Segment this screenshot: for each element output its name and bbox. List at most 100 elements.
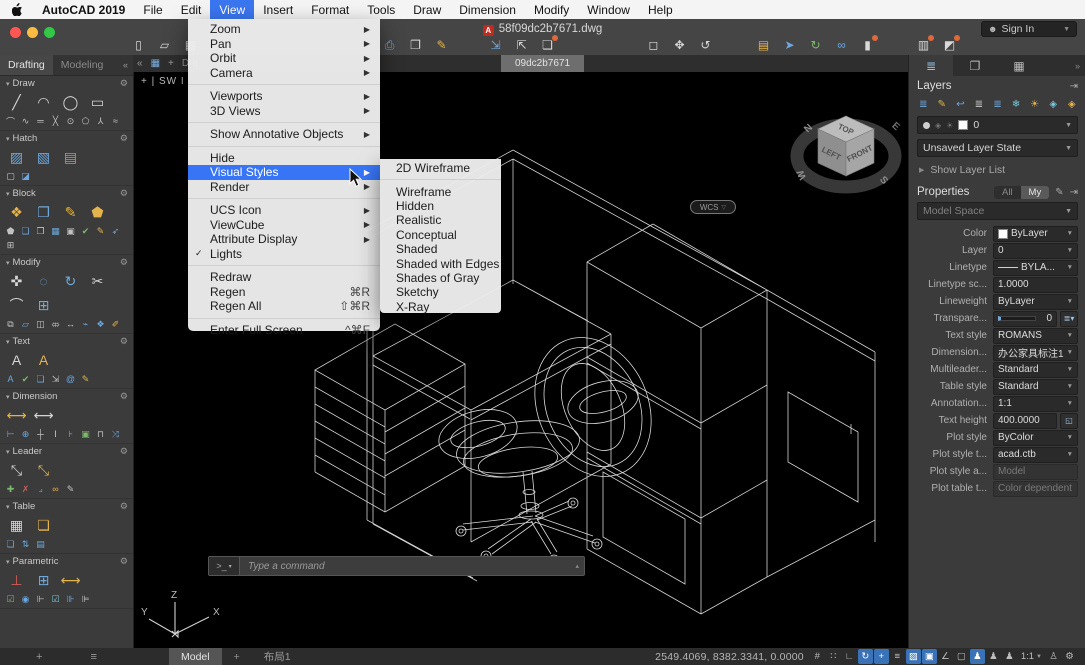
menubar-item-file[interactable]: File bbox=[134, 0, 171, 19]
new-layer-icon[interactable]: ≣ bbox=[915, 97, 932, 112]
tab-grid-icon[interactable]: ▦ bbox=[151, 58, 160, 69]
annotation-icon[interactable]: ♟ bbox=[1002, 649, 1017, 664]
layers-palette-tab[interactable]: ≣ bbox=[909, 55, 953, 76]
menubar-item-view[interactable]: View bbox=[210, 0, 254, 19]
layer-previous-icon[interactable]: ↩ bbox=[952, 97, 969, 112]
sign-in-button[interactable]: ☻ Sign In ▼ bbox=[981, 21, 1077, 37]
concentric-icon[interactable]: ◉ bbox=[18, 592, 33, 606]
apple-menu-icon[interactable] bbox=[12, 3, 23, 16]
attr-edit-icon[interactable]: ✎ bbox=[93, 224, 108, 238]
text-align-icon[interactable]: ❏ bbox=[33, 372, 48, 386]
base-point-icon[interactable]: ❐ bbox=[33, 224, 48, 238]
view-menu-item-camera[interactable]: Camera▶ bbox=[188, 66, 380, 81]
view-menu-item-regen[interactable]: Regen⌘R bbox=[188, 285, 380, 300]
section-settings-icon[interactable]: ⚙ bbox=[120, 446, 130, 457]
sheets-palette-tab[interactable]: ❐ bbox=[953, 55, 997, 76]
section-settings-icon[interactable]: ⚙ bbox=[120, 336, 130, 347]
linear-dimension-icon[interactable]: ⟷ bbox=[3, 403, 30, 427]
visual-styles-item-shaded[interactable]: Shaded bbox=[380, 242, 501, 256]
text-dimension-icon[interactable]: Ⅰ bbox=[48, 427, 63, 441]
block-copy-icon[interactable]: ❏ bbox=[18, 224, 33, 238]
command-input[interactable]: Type a command bbox=[240, 561, 575, 572]
zoom-window-icon[interactable]: ◻ bbox=[645, 37, 662, 53]
import-icon[interactable]: ⇲ bbox=[487, 37, 504, 53]
property-field-plot-style-t[interactable]: acad.ctb▼ bbox=[993, 447, 1078, 463]
edit-drawing-icon[interactable]: ✎ bbox=[433, 37, 450, 53]
pick-height-button[interactable]: ◱ bbox=[1060, 413, 1078, 429]
property-field-linetype-sc[interactable]: 1.0000 bbox=[993, 277, 1078, 293]
edit-attribute-icon[interactable]: ⬟ bbox=[84, 200, 111, 224]
object-snap-tracking-icon[interactable]: + bbox=[874, 649, 889, 664]
menubar-item-modify[interactable]: Modify bbox=[525, 0, 578, 19]
construction-line-icon[interactable]: ╳ bbox=[48, 114, 63, 128]
spline-icon[interactable]: ∿ bbox=[18, 114, 33, 128]
visual-styles-item-shades-of-gray[interactable]: Shades of Gray bbox=[380, 271, 501, 285]
view-menu-item-zoom[interactable]: Zoom▶ bbox=[188, 22, 380, 37]
edit-properties-icon[interactable]: ✎ bbox=[1055, 187, 1063, 198]
angular-dimension-icon[interactable]: ⤨ bbox=[108, 427, 123, 441]
hatch-edit-icon[interactable]: ▧ bbox=[30, 145, 57, 169]
section-header-text[interactable]: ▾Text⚙ bbox=[3, 335, 130, 348]
ortho-icon[interactable]: ∟ bbox=[842, 649, 857, 664]
menubar-item-help[interactable]: Help bbox=[639, 0, 682, 19]
property-field-plot-style[interactable]: ByColor▼ bbox=[993, 430, 1078, 446]
dynamic-ucs-icon[interactable]: ▢ bbox=[954, 649, 969, 664]
unlock-layer-icon[interactable]: ◈ bbox=[1064, 97, 1081, 112]
erase-icon[interactable]: ▱ bbox=[18, 317, 33, 331]
view-menu-item-hide[interactable]: Hide bbox=[188, 151, 380, 166]
table-export-icon[interactable]: ❏ bbox=[3, 537, 18, 551]
multileader-icon[interactable]: ⤡ bbox=[3, 458, 30, 482]
property-field-layer[interactable]: 0▼ bbox=[993, 243, 1078, 259]
trim-icon[interactable]: ✂ bbox=[84, 269, 111, 293]
boundary-icon[interactable]: ▢ bbox=[3, 169, 18, 183]
donut-icon[interactable]: ⊙ bbox=[63, 114, 78, 128]
view-menu-item-pan[interactable]: Pan▶ bbox=[188, 37, 380, 52]
layout-tab-[interactable]: + bbox=[222, 648, 252, 665]
transparency-slider[interactable] bbox=[998, 316, 1036, 321]
update-fields-icon[interactable]: ↻ bbox=[807, 37, 824, 53]
section-header-parametric[interactable]: ▾Parametric⚙ bbox=[3, 555, 130, 568]
polygon-icon[interactable]: ⬠ bbox=[78, 114, 93, 128]
block-add-icon[interactable]: ⊞ bbox=[3, 238, 18, 252]
add-palette-icon[interactable]: + bbox=[36, 651, 42, 663]
circle-icon[interactable]: ◯ bbox=[57, 90, 84, 114]
viewport-controls[interactable]: + | SW I bbox=[141, 76, 185, 87]
auto-annotation-scale-icon[interactable]: ♟ bbox=[986, 649, 1001, 664]
select-add-icon[interactable]: ➤ bbox=[781, 37, 798, 53]
single-text-icon[interactable]: A bbox=[30, 348, 57, 372]
find-replace-icon[interactable]: @ bbox=[63, 372, 78, 386]
property-field-annotation[interactable]: 1:1▼ bbox=[993, 396, 1078, 412]
section-header-modify[interactable]: ▾Modify⚙ bbox=[3, 256, 130, 269]
section-settings-icon[interactable]: ⚙ bbox=[120, 133, 130, 144]
menubar-item-insert[interactable]: Insert bbox=[254, 0, 302, 19]
close-drawing-icon[interactable]: ▮ bbox=[859, 37, 876, 53]
hatch-icon[interactable]: ▨ bbox=[3, 145, 30, 169]
add-leader-icon[interactable]: ✚ bbox=[3, 482, 18, 496]
new-file-icon[interactable]: ▯ bbox=[130, 37, 147, 53]
batch-publish-icon[interactable]: ▥ bbox=[915, 37, 932, 53]
table-cell-icon[interactable]: ▤ bbox=[33, 537, 48, 551]
plot-icon[interactable]: ⎙ bbox=[381, 37, 398, 53]
annotation-scale-control[interactable]: 1:1▼ bbox=[1018, 649, 1045, 664]
property-field-linetype[interactable]: BYLA...▼ bbox=[993, 260, 1078, 276]
layer-off-icon[interactable]: ☀ bbox=[1026, 97, 1043, 112]
menubar-item-format[interactable]: Format bbox=[302, 0, 358, 19]
brush-icon[interactable]: ✐ bbox=[108, 317, 123, 331]
drawing-compare-icon[interactable]: ◩ bbox=[941, 37, 958, 53]
link-data-icon[interactable]: ∞ bbox=[833, 37, 850, 53]
object-snap-icon[interactable]: ▣ bbox=[922, 649, 937, 664]
annotation-edit-icon[interactable]: ▤ bbox=[755, 37, 772, 53]
open-file-icon[interactable]: ▱ bbox=[156, 37, 173, 53]
view-menu-item-enter-full-screen[interactable]: Enter Full Screen^⌘F bbox=[188, 323, 380, 338]
collect-leader-icon[interactable]: ∞ bbox=[48, 482, 63, 496]
property-field-transpare[interactable]: 0 bbox=[993, 311, 1057, 327]
lock-layer-icon[interactable]: ◈ bbox=[1045, 97, 1062, 112]
align-icon[interactable]: ⤄ bbox=[48, 317, 63, 331]
break-icon[interactable]: ⌁ bbox=[78, 317, 93, 331]
paste-icon[interactable]: ❐ bbox=[407, 37, 424, 53]
layout-tab-布局1[interactable]: 布局1 bbox=[252, 648, 303, 665]
freeze-layer-icon[interactable]: ❄ bbox=[1008, 97, 1025, 112]
coincident-icon[interactable]: ☑ bbox=[3, 592, 18, 606]
view-menu-item-attribute-display[interactable]: Attribute Display▶ bbox=[188, 232, 380, 247]
settings-gear-icon[interactable]: ⚙ bbox=[1062, 649, 1077, 664]
